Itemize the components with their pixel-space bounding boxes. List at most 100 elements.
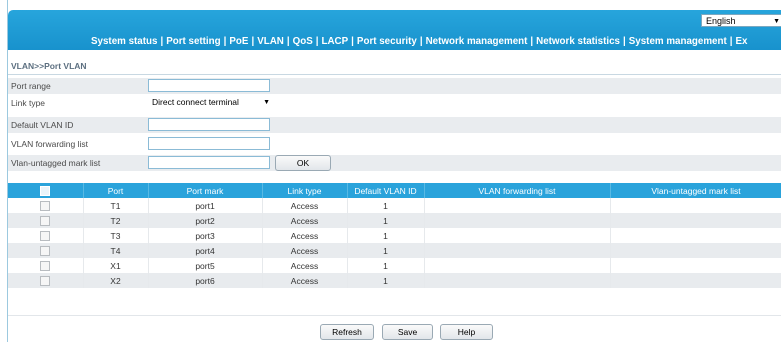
row-select-cell xyxy=(8,198,84,213)
row-checkbox[interactable] xyxy=(40,215,51,226)
column-header-port-mark: Port mark xyxy=(148,183,263,198)
cell-port: T2 xyxy=(83,213,149,228)
cell-default-vlan-id: 1 xyxy=(347,258,425,273)
default-vlan-id-label: Default VLAN ID xyxy=(11,120,74,130)
form-row-vlan-forwarding: VLAN forwarding list xyxy=(8,136,781,152)
cell-port: T3 xyxy=(83,228,149,243)
breadcrumb: VLAN>>Port VLAN xyxy=(11,61,87,71)
cell-port: X1 xyxy=(83,258,149,273)
nav-item-lacp[interactable]: LACP xyxy=(322,36,349,47)
cell-vlan-forwarding-list xyxy=(424,228,611,243)
vlan-forwarding-list-label: VLAN forwarding list xyxy=(11,139,89,149)
language-select[interactable]: English ▼ xyxy=(701,14,781,27)
cell-default-vlan-id: 1 xyxy=(347,213,425,228)
form-row-port-range: Port range xyxy=(8,78,781,94)
cell-port-mark: port5 xyxy=(148,258,263,273)
form-row-default-vlan: Default VLAN ID xyxy=(8,117,781,133)
row-checkbox[interactable] xyxy=(40,245,51,256)
cell-port-mark: port1 xyxy=(148,198,263,213)
cell-port-mark: port6 xyxy=(148,273,263,288)
action-bar: Refresh Save Help xyxy=(8,315,781,343)
link-type-value: Direct connect terminal xyxy=(152,97,239,107)
nav-item-network-statistics[interactable]: Network statistics xyxy=(536,36,620,47)
row-select-cell xyxy=(8,258,84,273)
table-row[interactable]: T1 port1 Access 1 xyxy=(8,198,781,213)
nav-item-port-security[interactable]: Port security xyxy=(357,36,417,47)
language-value: English xyxy=(706,16,736,26)
row-select-cell xyxy=(8,228,84,243)
link-type-select[interactable]: Direct connect terminal ▼ xyxy=(148,96,272,109)
cell-default-vlan-id: 1 xyxy=(347,243,425,258)
default-vlan-id-input[interactable] xyxy=(148,118,270,131)
chevron-down-icon: ▼ xyxy=(263,99,270,106)
column-header-default-vlan-id: Default VLAN ID xyxy=(347,183,425,198)
select-all-header xyxy=(8,183,84,198)
cell-default-vlan-id: 1 xyxy=(347,198,425,213)
form-row-link-type: Link type Direct connect terminal ▼ xyxy=(8,95,781,111)
nav-item-port-setting[interactable]: Port setting xyxy=(166,36,220,47)
column-header-vlan-untagged-mark-list: Vlan-untagged mark list xyxy=(610,183,781,198)
ok-button[interactable]: OK xyxy=(275,155,331,171)
cell-link-type: Access xyxy=(262,258,348,273)
cell-vlan-untagged-mark-list xyxy=(610,273,781,288)
cell-port: T1 xyxy=(83,198,149,213)
cell-port: T4 xyxy=(83,243,149,258)
table-header-row: Port Port mark Link type Default VLAN ID… xyxy=(8,183,781,198)
cell-link-type: Access xyxy=(262,273,348,288)
column-header-link-type: Link type xyxy=(262,183,348,198)
cell-port-mark: port3 xyxy=(148,228,263,243)
help-button[interactable]: Help xyxy=(440,324,493,340)
cell-default-vlan-id: 1 xyxy=(347,228,425,243)
row-checkbox[interactable] xyxy=(40,275,51,286)
nav-item-network-management[interactable]: Network management xyxy=(426,36,528,47)
table-row[interactable]: T2 port2 Access 1 xyxy=(8,213,781,228)
row-checkbox[interactable] xyxy=(40,200,51,211)
cell-link-type: Access xyxy=(262,243,348,258)
cell-vlan-forwarding-list xyxy=(424,213,611,228)
column-header-port: Port xyxy=(83,183,149,198)
nav-item-qos[interactable]: QoS xyxy=(293,36,313,47)
nav-item-ex[interactable]: Ex xyxy=(736,36,748,47)
top-header: English ▼ System status | Port setting | PoE… xyxy=(8,10,781,50)
cell-port: X2 xyxy=(83,273,149,288)
cell-port-mark: port4 xyxy=(148,243,263,258)
cell-vlan-untagged-mark-list xyxy=(610,258,781,273)
cell-link-type: Access xyxy=(262,213,348,228)
form-row-vlan-untagged: Vlan-untagged mark list OK xyxy=(8,155,781,171)
cell-vlan-forwarding-list xyxy=(424,198,611,213)
vlan-forwarding-list-input[interactable] xyxy=(148,137,270,150)
cell-vlan-untagged-mark-list xyxy=(610,228,781,243)
refresh-button[interactable]: Refresh xyxy=(320,324,374,340)
port-vlan-table: Port Port mark Link type Default VLAN ID… xyxy=(8,183,781,288)
main-nav: System status | Port setting | PoE | VLAN | QoS |… xyxy=(91,36,748,47)
row-checkbox[interactable] xyxy=(40,230,51,241)
save-button[interactable]: Save xyxy=(382,324,433,340)
nav-item-poe[interactable]: PoE xyxy=(229,36,248,47)
nav-item-system-status[interactable]: System status xyxy=(91,36,157,47)
page-frame: English ▼ System status | Port setting | PoE… xyxy=(7,0,781,342)
cell-vlan-untagged-mark-list xyxy=(610,243,781,258)
vlan-untagged-mark-list-input[interactable] xyxy=(148,156,270,169)
table-row[interactable]: T3 port3 Access 1 xyxy=(8,228,781,243)
nav-item-vlan[interactable]: VLAN xyxy=(257,36,284,47)
cell-default-vlan-id: 1 xyxy=(347,273,425,288)
cell-vlan-forwarding-list xyxy=(424,258,611,273)
select-all-checkbox[interactable] xyxy=(40,185,51,196)
row-select-cell xyxy=(8,243,84,258)
cell-vlan-untagged-mark-list xyxy=(610,213,781,228)
cell-link-type: Access xyxy=(262,228,348,243)
port-range-label: Port range xyxy=(11,81,51,91)
chevron-down-icon: ▼ xyxy=(773,18,780,25)
cell-vlan-forwarding-list xyxy=(424,273,611,288)
table-row[interactable]: X1 port5 Access 1 xyxy=(8,258,781,273)
cell-vlan-untagged-mark-list xyxy=(610,198,781,213)
table-row[interactable]: X2 port6 Access 1 xyxy=(8,273,781,288)
row-checkbox[interactable] xyxy=(40,260,51,271)
table-row[interactable]: T4 port4 Access 1 xyxy=(8,243,781,258)
column-header-vlan-forwarding-list: VLAN forwarding list xyxy=(424,183,611,198)
cell-vlan-forwarding-list xyxy=(424,243,611,258)
nav-item-system-management[interactable]: System management xyxy=(629,36,727,47)
row-select-cell xyxy=(8,213,84,228)
port-range-input[interactable] xyxy=(148,79,270,92)
vlan-untagged-mark-list-label: Vlan-untagged mark list xyxy=(11,158,101,168)
